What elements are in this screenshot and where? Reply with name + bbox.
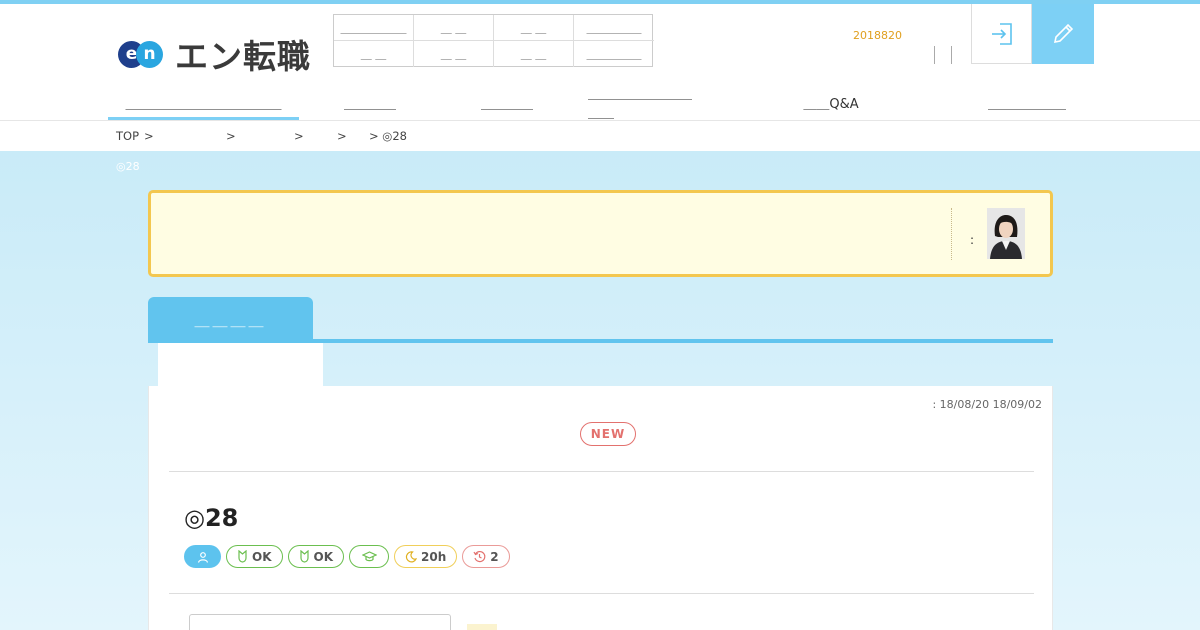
main-nav: ＿＿＿＿＿＿＿＿＿＿＿＿ ＿＿＿＿ ＿＿＿＿ ＿＿＿＿＿＿＿＿＿＿ ＿＿Q&A … [108, 84, 1072, 121]
tag-person [184, 545, 221, 568]
tag-history: 2 [462, 545, 510, 568]
breadcrumb-separator: > [226, 129, 236, 143]
tag-text: OK [252, 549, 272, 564]
tag-text: 20h [421, 549, 447, 564]
nav-item-active[interactable]: ＿＿＿＿＿＿＿＿＿＿＿＿ [108, 84, 299, 120]
category-grid: ＿＿＿＿＿＿ ＿ ＿ ＿ ＿ ＿＿＿＿＿ ＿ ＿ ＿ ＿ ＿ ＿ ＿＿＿＿＿ [333, 14, 654, 67]
breadcrumb-separator: > [337, 129, 347, 143]
info-box [189, 614, 451, 630]
leaf-icon [238, 550, 247, 563]
breadcrumb: TOP > > > > > ◎28 [0, 121, 1200, 151]
moon-icon [405, 550, 417, 562]
tag-leaf: OK [226, 545, 283, 568]
graduation-cap-icon [361, 551, 377, 562]
logo-text: エン転職 [175, 37, 311, 76]
job-title: ◎28 [184, 504, 239, 532]
info-chip [467, 624, 497, 630]
notice-divider [951, 208, 952, 260]
notice-colon: : [970, 233, 975, 247]
tag-education [349, 545, 389, 568]
login-icon [991, 22, 1012, 45]
breadcrumb-separator: > [144, 129, 154, 143]
nav-item[interactable]: ＿＿＿＿＿＿＿＿＿＿ [588, 84, 700, 121]
nav-item[interactable]: ＿＿＿＿ [324, 84, 416, 120]
category-link[interactable]: ＿ ＿ [334, 41, 414, 67]
login-button[interactable] [971, 4, 1032, 64]
category-link[interactable]: ＿＿＿＿＿＿ [334, 15, 414, 41]
person-icon [197, 551, 208, 563]
pencil-icon [1053, 23, 1074, 44]
category-link[interactable]: ＿ ＿ [414, 41, 494, 67]
avatar [987, 208, 1025, 259]
tab-panel-header [158, 343, 323, 387]
tag-leaf: OK [287, 545, 344, 568]
category-link[interactable]: ＿＿＿＿＿ [574, 41, 654, 67]
job-card: : 18/08/20 18/09/02 NEW ◎28 OK OK 20h 2 [148, 386, 1053, 630]
tag-text: OK [313, 549, 334, 564]
logo-n-icon: n [136, 40, 163, 68]
nav-item-qa[interactable]: ＿＿Q&A [784, 84, 878, 120]
category-link[interactable]: ＿ ＿ [494, 41, 574, 67]
divider [169, 471, 1034, 472]
new-badge: NEW [580, 422, 636, 446]
site-logo[interactable]: e n エン転職 [118, 30, 311, 78]
posting-dates: : 18/08/20 18/09/02 [932, 398, 1042, 411]
breadcrumb-current: > ◎28 [369, 129, 407, 143]
tab-active[interactable]: ＿＿＿＿ [148, 297, 313, 342]
breadcrumb-current-label: ◎28 [382, 129, 407, 143]
divider [169, 593, 1034, 594]
category-link[interactable]: ＿ ＿ [414, 15, 494, 41]
header-date-note: 2018820 [853, 29, 902, 42]
header-divider [934, 46, 935, 64]
register-button[interactable] [1032, 4, 1094, 64]
nav-item[interactable]: ＿＿＿＿ [461, 84, 553, 120]
tag-hours: 20h [394, 545, 458, 568]
notice-box: : [148, 190, 1053, 277]
header-divider [951, 46, 952, 64]
category-link[interactable]: ＿＿＿＿＿ [574, 15, 654, 41]
breadcrumb-separator: > [294, 129, 304, 143]
history-icon [473, 550, 486, 563]
tag-text: 2 [490, 549, 499, 564]
leaf-icon [299, 550, 309, 563]
nav-item[interactable]: ＿＿＿＿＿＿ [978, 84, 1076, 120]
ghost-title: ◎28 [116, 160, 140, 173]
breadcrumb-top[interactable]: TOP [116, 129, 139, 143]
job-tags: OK OK 20h 2 [184, 545, 510, 568]
category-link[interactable]: ＿ ＿ [494, 15, 574, 41]
